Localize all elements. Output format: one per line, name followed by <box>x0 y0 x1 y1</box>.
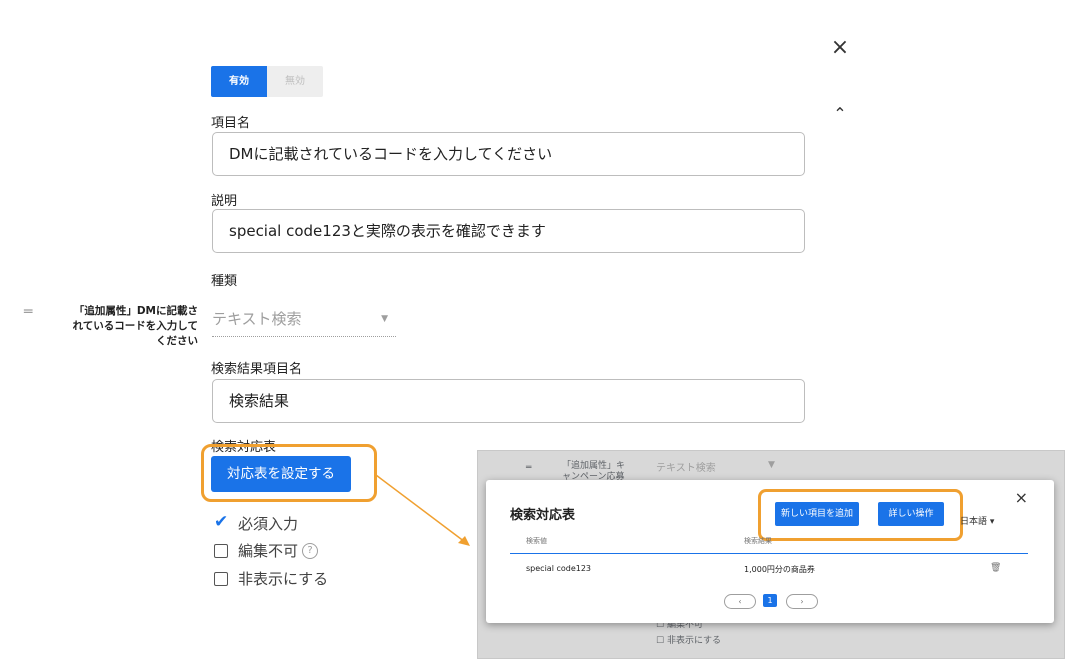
language-select[interactable]: 日本語 ▾ <box>960 514 994 527</box>
enabled-toggle[interactable]: 有効 無効 <box>211 66 323 97</box>
not-editable-checkbox[interactable]: 編集不可 ? <box>214 540 319 561</box>
dropdown-arrow-icon: ▼ <box>381 314 388 324</box>
kind-select-value: テキスト検索 <box>212 310 302 328</box>
item-name-label: 項目名 <box>211 116 251 131</box>
checkbox-icon[interactable] <box>214 571 228 586</box>
page-1-button[interactable]: 1 <box>763 594 777 607</box>
highlight-frame <box>201 444 377 502</box>
header-divider <box>510 553 1028 554</box>
toggle-inactive-button[interactable]: 無効 <box>267 66 323 97</box>
help-icon[interactable]: ? <box>302 542 319 559</box>
sidebar-item-label: 「追加属性」DMに記載されているコードを入力してください <box>72 305 198 347</box>
required-label: 必須入力 <box>238 515 299 533</box>
hidden-label: 非表示にする <box>238 570 329 588</box>
checkbox-icon[interactable] <box>214 543 228 558</box>
toggle-active-button[interactable]: 有効 <box>211 66 267 97</box>
result-item-name-input[interactable]: 検索結果 <box>212 379 805 423</box>
kind-select[interactable]: テキスト検索 ▼ <box>212 306 396 337</box>
checkbox-checked-icon[interactable] <box>214 512 228 532</box>
next-page-button[interactable]: › <box>786 594 818 609</box>
modal-title: 検索対応表 <box>510 508 576 523</box>
inset-bg-hidden: ☐ 非表示にする <box>656 636 722 646</box>
result-item-name-label: 検索結果項目名 <box>211 362 303 377</box>
close-icon[interactable]: × <box>828 36 852 60</box>
not-editable-label: 編集不可 <box>238 542 299 560</box>
kind-label: 種類 <box>211 274 238 289</box>
drag-handle-icon[interactable]: ═ <box>24 305 40 319</box>
description-input[interactable]: special code123と実際の表示を確認できます <box>212 209 805 253</box>
hidden-checkbox[interactable]: 非表示にする <box>214 568 328 589</box>
search-table-modal: 検索対応表 × 新しい項目を追加 詳しい操作 日本語 ▾ 検索値 検索結果 sp… <box>486 480 1054 623</box>
inset-bg-select: テキスト検索 <box>656 463 716 474</box>
table-cell-result: 1,000円分の商品券 <box>744 565 815 574</box>
collapse-chevron-icon[interactable]: ⌃ <box>830 104 850 124</box>
prev-page-button[interactable]: ‹ <box>724 594 756 609</box>
table-cell-key: special code123 <box>526 564 592 573</box>
required-checkbox[interactable]: 必須入力 <box>214 512 299 534</box>
highlight-frame <box>758 489 963 541</box>
item-name-input[interactable]: DMに記載されているコードを入力してください <box>212 132 805 176</box>
inset-bg-arrow-icon: ▼ <box>768 460 775 470</box>
close-icon[interactable]: × <box>1015 488 1028 507</box>
column-header: 検索値 <box>526 537 547 545</box>
connector-arrow <box>375 474 470 546</box>
column-header: 検索結果 <box>744 537 772 545</box>
trash-icon[interactable]: 🗑 <box>990 563 1001 573</box>
inset-handle-icon: ═ <box>526 463 532 473</box>
description-label: 説明 <box>211 194 238 209</box>
